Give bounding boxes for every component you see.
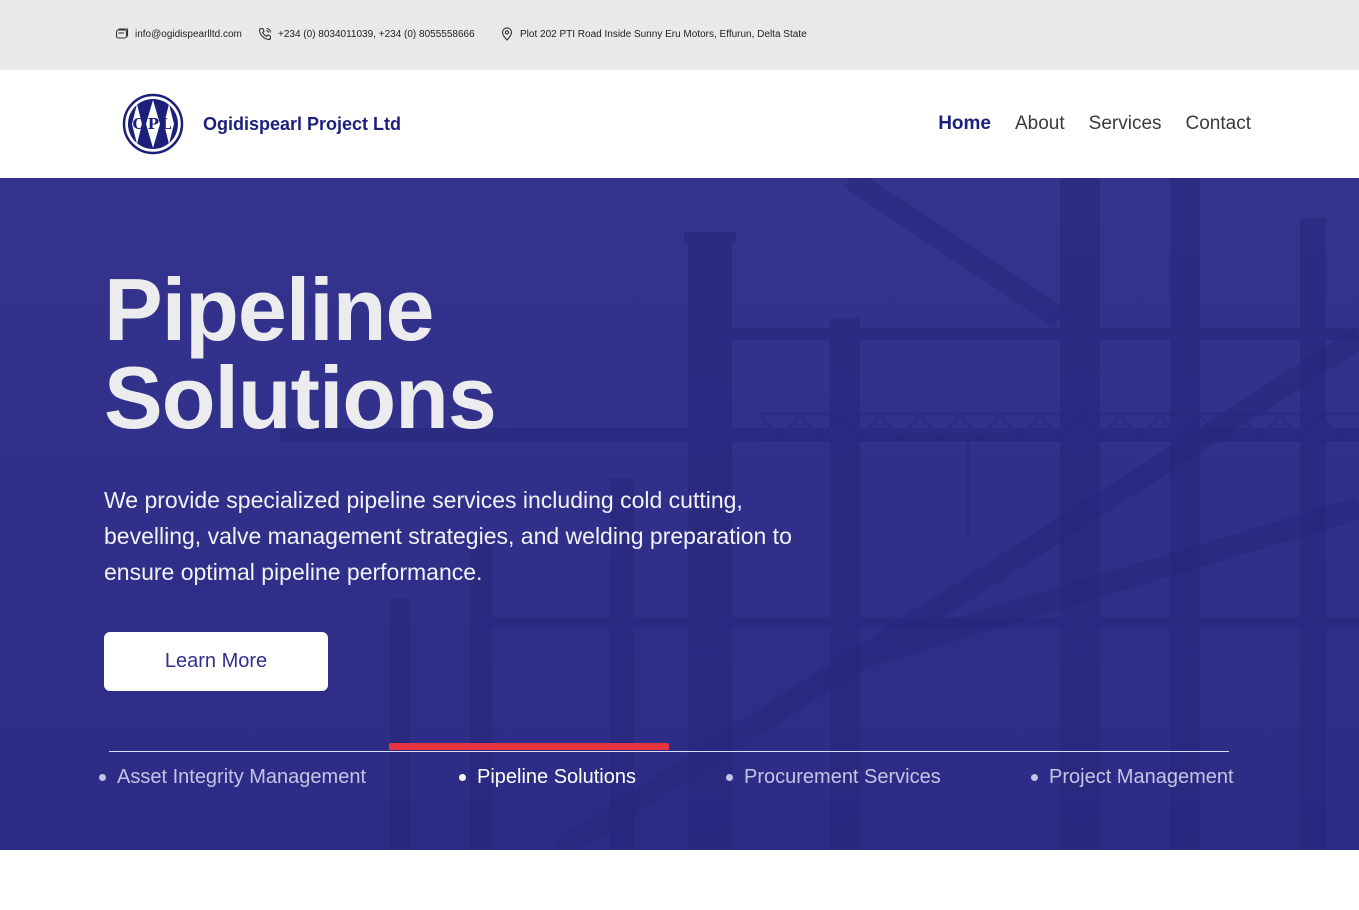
- bullet-icon: [459, 774, 466, 781]
- bullet-icon: [726, 774, 733, 781]
- email-icon: [115, 28, 129, 39]
- nav-about[interactable]: About: [1015, 113, 1065, 135]
- nav-home[interactable]: Home: [938, 113, 991, 135]
- slide-tab-project-management[interactable]: Project Management: [1031, 766, 1234, 789]
- slide-tab-procurement[interactable]: Procurement Services: [726, 766, 941, 789]
- hero-section: Pipeline Solutions We provide specialize…: [0, 178, 1359, 850]
- site-header: OPL Ogidispearl Project Ltd Home About S…: [0, 70, 1359, 178]
- hero-title-line-1: Pipeline: [104, 260, 434, 359]
- hero-title: Pipeline Solutions: [104, 260, 497, 447]
- logo-lettering: OPL: [133, 115, 174, 133]
- slide-tab-pipeline-solutions[interactable]: Pipeline Solutions: [459, 766, 636, 789]
- slide-tab-label: Project Management: [1049, 766, 1234, 788]
- email-text: info@ogidispearlltd.com: [135, 28, 242, 40]
- contact-address: Plot 202 PTI Road Inside Sunny Eru Motor…: [500, 27, 807, 41]
- company-logo[interactable]: OPL: [122, 93, 184, 155]
- nav-contact[interactable]: Contact: [1186, 113, 1251, 135]
- nav-services[interactable]: Services: [1089, 113, 1162, 135]
- contact-email[interactable]: info@ogidispearlltd.com: [115, 27, 242, 41]
- address-text: Plot 202 PTI Road Inside Sunny Eru Motor…: [520, 28, 807, 40]
- slider-active-indicator: [389, 743, 669, 750]
- slide-tab-label: Asset Integrity Management: [117, 766, 367, 788]
- slide-tab-asset-integrity[interactable]: Asset Integrity Management: [99, 766, 366, 789]
- hero-title-line-2: Solutions: [104, 348, 497, 447]
- phone-text: +234 (0) 8034011039, +234 (0) 8055558666: [278, 28, 475, 40]
- hero-description: We provide specialized pipeline services…: [104, 487, 792, 585]
- location-pin-icon: [501, 27, 513, 41]
- slide-tab-label: Procurement Services: [744, 766, 941, 788]
- slide-tab-label: Pipeline Solutions: [477, 766, 636, 788]
- top-info-bar: info@ogidispearlltd.com +234 (0) 8034011…: [0, 0, 1359, 70]
- slider-progress-track: [109, 751, 1229, 752]
- learn-more-button[interactable]: Learn More: [104, 632, 328, 691]
- contact-phone[interactable]: +234 (0) 8034011039, +234 (0) 8055558666: [258, 27, 475, 41]
- bullet-icon: [99, 774, 106, 781]
- brand-name[interactable]: Ogidispearl Project Ltd: [203, 114, 401, 135]
- bullet-icon: [1031, 774, 1038, 781]
- main-nav: Home About Services Contact: [938, 113, 1251, 135]
- phone-icon: [258, 27, 272, 41]
